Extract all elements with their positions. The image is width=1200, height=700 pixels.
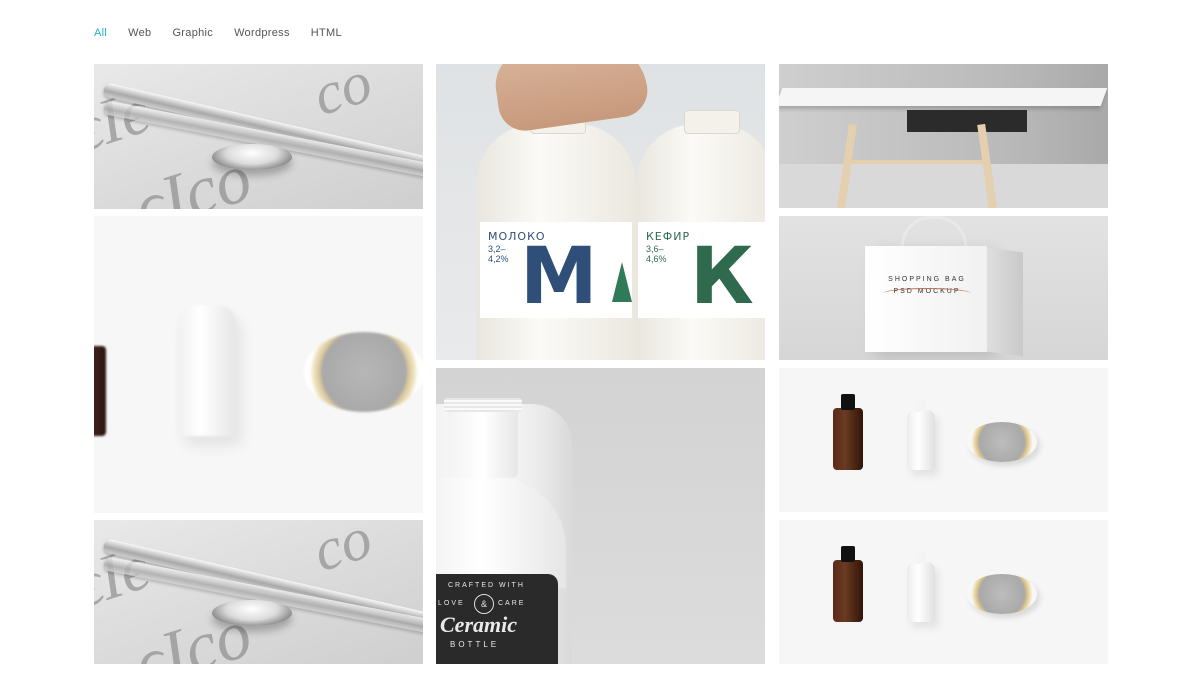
white-bottle-shape	[178, 306, 236, 436]
filter-all[interactable]: All	[94, 27, 107, 39]
portfolio-item-ceramic-bottle[interactable]: CRAFTED WITH & LOVE CARE Ceramic BOTTLE	[436, 368, 765, 664]
portfolio-item-typography-lens[interactable]: ϵΙϵ ϵΙco co	[94, 64, 423, 209]
ceramic-label: CRAFTED WITH & LOVE CARE Ceramic BOTTLE	[436, 574, 558, 664]
label-line: BOTTLE	[450, 640, 500, 649]
milk-label: МОЛОКО 3,2– 4,2% М	[480, 222, 632, 318]
lid-shape	[304, 332, 423, 412]
lens-shape	[212, 600, 292, 626]
lid-shape	[967, 574, 1037, 614]
label-script: Ceramic	[440, 612, 517, 637]
desk-bar	[849, 160, 989, 164]
kefir-label: КЕФИР 3,6– 4,6% К	[638, 222, 765, 318]
desk-drawer	[907, 110, 1027, 132]
label-letter: М	[520, 232, 598, 322]
portfolio-item-milk-bottles[interactable]: МОЛОКО 3,2– 4,2% М КЕФИР 3,6– 4,6% К	[436, 64, 765, 360]
amber-bottle-shape	[833, 394, 863, 470]
filter-graphic[interactable]: Graphic	[172, 27, 213, 39]
bag-front	[865, 246, 987, 352]
filter-web[interactable]: Web	[128, 27, 151, 39]
white-bottle-shape	[907, 552, 935, 622]
floor-shape	[779, 164, 1108, 208]
bottle-rim	[444, 398, 522, 412]
portfolio-item-typography-lens-2[interactable]: ϵΙϵ ϵΙco co	[94, 520, 423, 664]
decorative-letters: co	[305, 64, 380, 129]
bag-swirl	[883, 288, 971, 299]
filter-wordpress[interactable]: Wordpress	[234, 27, 290, 39]
decorative-letters: co	[305, 520, 380, 585]
hand-shape	[491, 64, 651, 135]
label-line: CARE	[498, 600, 526, 607]
portfolio-item-shopping-bag[interactable]: SHOPPING BAG PSD MOCKUP	[779, 216, 1108, 360]
ampersand-badge: &	[474, 594, 494, 614]
amber-bottle-shape	[94, 346, 106, 436]
portfolio-item-cosmetics-2[interactable]	[779, 520, 1108, 664]
lens-shape	[212, 144, 292, 170]
label-line: LOVE	[438, 600, 465, 607]
label-name: КЕФИР	[646, 230, 691, 243]
label-percent: 3,2– 4,2%	[488, 244, 509, 264]
filter-html[interactable]: HTML	[311, 27, 342, 39]
bag-side	[987, 247, 1023, 357]
label-line: CRAFTED WITH	[448, 582, 525, 589]
portfolio-filter-bar: All Web Graphic Wordpress HTML	[94, 27, 342, 39]
lid-shape	[967, 422, 1037, 462]
amber-bottle-shape	[833, 546, 863, 622]
label-percent: 3,6– 4,6%	[646, 244, 667, 264]
desk-top	[779, 88, 1108, 106]
portfolio-item-bottle-lid[interactable]	[94, 216, 423, 513]
label-letter: К	[690, 232, 754, 322]
portfolio-item-desk[interactable]	[779, 64, 1108, 208]
portfolio-item-cosmetics[interactable]	[779, 368, 1108, 512]
tree-icon	[612, 262, 632, 302]
bottle-cap	[684, 110, 740, 134]
white-bottle-shape	[907, 400, 935, 470]
